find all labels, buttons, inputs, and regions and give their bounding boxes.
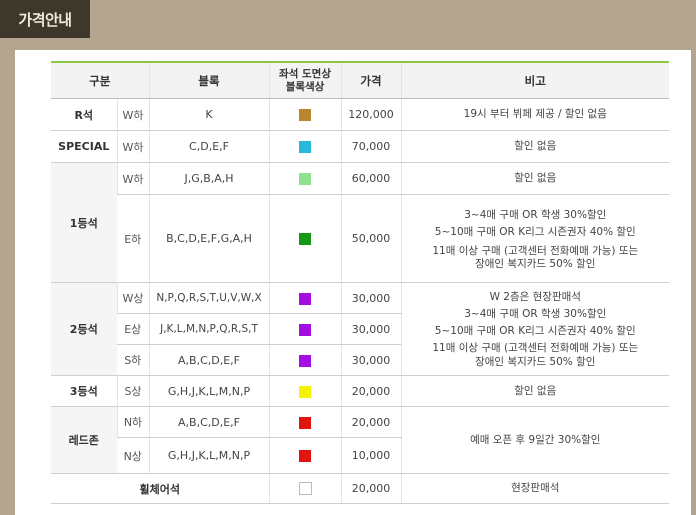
color-swatch: [299, 385, 312, 398]
table-row: R석 W하 K 120,000 19시 부터 뷔페 제공 / 할인 없음: [51, 98, 670, 131]
note-cell: 할인 없음: [400, 130, 670, 163]
tier-cell: W하: [116, 98, 150, 131]
note-cell: 할인 없음: [400, 375, 670, 407]
table-row: E하 B,C,D,E,F,G,A,H 50,000 3~4매 구매 OR 학생 …: [51, 194, 670, 283]
price-cell: 30,000: [340, 344, 402, 376]
color-cell: [268, 406, 342, 438]
tier-cell: W상: [116, 282, 150, 314]
category-cell: 1등석: [51, 162, 117, 283]
color-cell: [268, 282, 342, 314]
color-swatch: [299, 323, 312, 336]
color-swatch: [298, 482, 312, 496]
note-cell: 현장판매석: [400, 473, 670, 504]
price-cell: 20,000: [340, 473, 402, 504]
table-row: 레드존 N하 A,B,C,D,E,F 20,000 예매 오픈 후 9일간 30…: [51, 406, 670, 474]
price-cell: 30,000: [340, 282, 402, 314]
tier-cell: E하: [117, 194, 150, 283]
table-row: 3등석 S상 G,H,J,K,L,M,N,P 20,000 할인 없음: [51, 375, 670, 407]
note-cell: 19시 부터 뷔페 제공 / 할인 없음: [400, 98, 670, 131]
tier-cell: W하: [116, 162, 150, 195]
color-cell: [268, 130, 342, 163]
price-cell: 60,000: [340, 162, 402, 195]
header-category: 구분: [51, 61, 150, 99]
tier-cell: E상: [117, 313, 150, 345]
category-cell: 휠체어석: [51, 473, 270, 504]
header-color-line1: 좌석 도면상: [279, 67, 331, 80]
header-color-line2: 블록색상: [285, 80, 325, 93]
note-cell: W 2층은 현장판매석 3~4매 구매 OR 학생 30%할인 5~10매 구매…: [400, 282, 670, 376]
color-cell: [268, 473, 342, 504]
color-swatch: [299, 354, 312, 367]
price-cell: 20,000: [340, 406, 402, 438]
table-row: SPECIAL W하 C,D,E,F 70,000 할인 없음: [51, 130, 670, 163]
price-panel: 구분 블록 좌석 도면상 블록색상 가격 비고 R석 W하 K 120,000 …: [15, 50, 691, 515]
color-swatch: [299, 173, 312, 185]
color-cell: [268, 344, 342, 376]
note-line: 5~10매 구매 OR K리그 시즌권자 40% 할인: [434, 324, 636, 337]
block-cell: G,H,J,K,L,M,N,P: [148, 375, 270, 407]
tier-cell: N하: [116, 406, 150, 438]
category-cell: 레드존: [51, 406, 117, 474]
page-title: 가격안내: [0, 0, 90, 38]
category-cell: 3등석: [51, 375, 117, 407]
note-line: 장애인 복지카드 50% 할인: [475, 355, 596, 368]
block-cell: N,P,Q,R,S,T,U,V,W,X: [148, 282, 270, 314]
header-block: 블록: [148, 61, 270, 99]
color-cell: [268, 162, 342, 195]
tier-cell: S하: [117, 344, 150, 376]
tier-cell: N상: [117, 437, 150, 474]
table-row: 1등석 W하 J,G,B,A,H 60,000 할인 없음: [51, 162, 670, 283]
color-cell: [268, 313, 342, 345]
note-line: 장애인 복지카드 50% 할인: [475, 257, 596, 270]
color-swatch: [299, 450, 312, 462]
block-cell: B,C,D,E,F,G,A,H: [148, 194, 270, 283]
category-cell: R석: [51, 98, 117, 131]
block-cell: J,G,B,A,H: [148, 162, 270, 195]
price-cell: 70,000: [340, 130, 402, 163]
table-row: 2등석 W상 N,P,Q,R,S,T,U,V,W,X 30,000 W 2층은 …: [51, 282, 670, 376]
category-cell: SPECIAL: [51, 130, 117, 163]
color-swatch: [299, 292, 312, 305]
table-header-row: 구분 블록 좌석 도면상 블록색상 가격 비고: [51, 61, 670, 99]
block-cell: K: [148, 98, 270, 131]
color-cell: [268, 194, 342, 283]
block-cell: J,K,L,M,N,P,Q,R,S,T: [148, 313, 270, 345]
price-cell: 30,000: [340, 313, 402, 345]
block-cell: G,H,J,K,L,M,N,P: [148, 437, 270, 474]
color-swatch: [299, 109, 312, 121]
note-cell: 예매 오픈 후 9일간 30%할인: [400, 406, 670, 474]
price-cell: 50,000: [340, 194, 402, 283]
color-cell: [268, 437, 342, 474]
block-cell: A,B,C,D,E,F: [148, 406, 270, 438]
color-swatch: [299, 416, 312, 429]
price-cell: 20,000: [340, 375, 402, 407]
note-line: 5~10매 구매 OR K리그 시즌권자 40% 할인: [434, 225, 636, 238]
color-swatch: [299, 141, 312, 153]
header-note: 비고: [400, 61, 670, 99]
note-cell: 3~4매 구매 OR 학생 30%할인 5~10매 구매 OR K리그 시즌권자…: [400, 194, 670, 283]
price-cell: 10,000: [340, 437, 402, 474]
color-cell: [268, 375, 342, 407]
tier-cell: W하: [116, 130, 150, 163]
note-line: 3~4매 구매 OR 학생 30%할인: [464, 307, 607, 320]
price-table: 구분 블록 좌석 도면상 블록색상 가격 비고 R석 W하 K 120,000 …: [51, 61, 670, 504]
header-color: 좌석 도면상 블록색상: [268, 61, 342, 99]
note-cell: 할인 없음: [400, 162, 670, 195]
block-cell: C,D,E,F: [148, 130, 270, 163]
block-cell: A,B,C,D,E,F: [148, 344, 270, 376]
note-line: 3~4매 구매 OR 학생 30%할인: [464, 208, 607, 221]
note-line: 11매 이상 구매 (고객센터 전화예매 가능) 또는: [432, 341, 639, 354]
color-swatch: [299, 233, 312, 245]
category-cell: 2등석: [51, 282, 117, 376]
header-price: 가격: [340, 61, 402, 99]
color-cell: [268, 98, 342, 131]
tier-cell: S상: [116, 375, 150, 407]
note-line: 11매 이상 구매 (고객센터 전화예매 가능) 또는: [432, 244, 639, 257]
note-line: W 2층은 현장판매석: [489, 290, 581, 303]
price-cell: 120,000: [340, 98, 402, 131]
table-row: 휠체어석 20,000 현장판매석: [51, 473, 670, 504]
